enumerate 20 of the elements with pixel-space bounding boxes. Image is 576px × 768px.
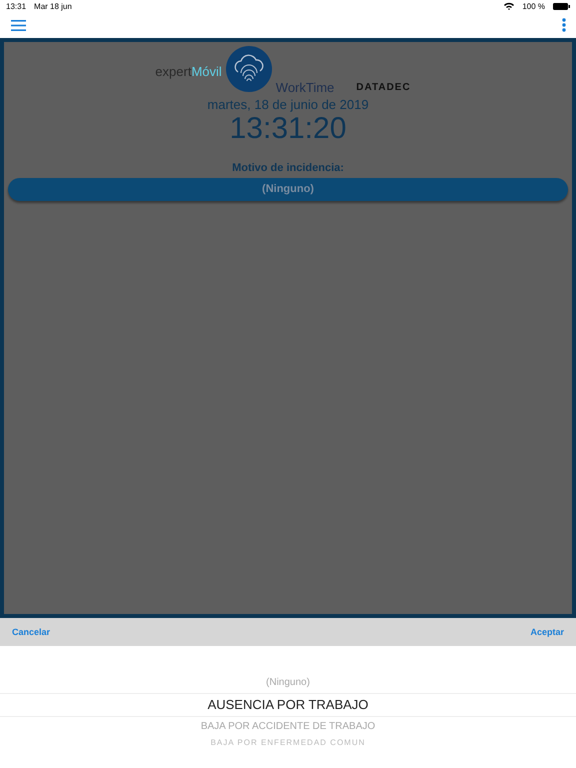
menu-icon[interactable] [11,20,26,30]
battery-icon [553,2,570,10]
reason-dropdown[interactable]: (Ninguno) [8,178,568,201]
wifi-icon [504,2,514,10]
more-options-icon[interactable] [562,18,566,32]
product-name: WorkTime [276,80,334,95]
picker-option[interactable]: BAJA POR ENFERMEDAD COMUN [0,737,576,749]
picker-option[interactable]: AUSENCIA POR TRABAJO [0,693,576,717]
accept-button[interactable]: Aceptar [530,627,564,637]
current-date: martes, 18 de junio de 2019 [206,97,370,112]
brand-logo-text: DATADEC [356,82,411,93]
status-time: 13:31 [6,2,26,10]
picker-option[interactable]: (Ninguno) [0,673,576,693]
current-time: 13:31:20 [228,112,348,146]
cloud-fingerprint-logo-icon [226,46,272,92]
cancel-button[interactable]: Cancelar [12,627,50,637]
battery-percent: 100 % [522,2,545,10]
picker-option[interactable]: BAJA POR ACCIDENTE DE TRABAJO [0,717,576,737]
status-date: Mar 18 jun [34,2,72,10]
reason-label: Motivo de incidencia: [231,162,345,174]
